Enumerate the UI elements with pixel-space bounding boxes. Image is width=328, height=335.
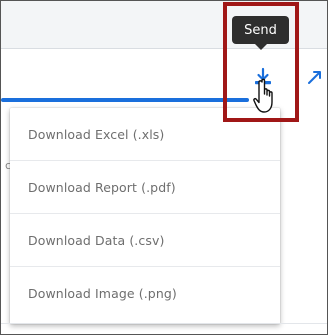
menu-item-download-data[interactable]: Download Data (.csv): [10, 214, 280, 267]
menu-item-download-report[interactable]: Download Report (.pdf): [10, 161, 280, 214]
menu-item-label: Download Excel (.xls): [28, 126, 165, 142]
highlight-annotation: [223, 2, 299, 122]
expand-icon[interactable]: [306, 68, 324, 86]
tab-underline: [1, 98, 249, 102]
screenshot-frame: c Download Excel (.xls) Download Report …: [0, 0, 328, 335]
download-dropdown-menu: Download Excel (.xls) Download Report (.…: [10, 108, 280, 324]
menu-item-label: Download Image (.png): [28, 286, 177, 301]
menu-item-download-image[interactable]: Download Image (.png): [10, 267, 280, 320]
menu-item-label: Download Report (.pdf): [28, 179, 176, 195]
bottom-divider: [1, 323, 327, 324]
menu-item-label: Download Data (.csv): [28, 232, 165, 248]
